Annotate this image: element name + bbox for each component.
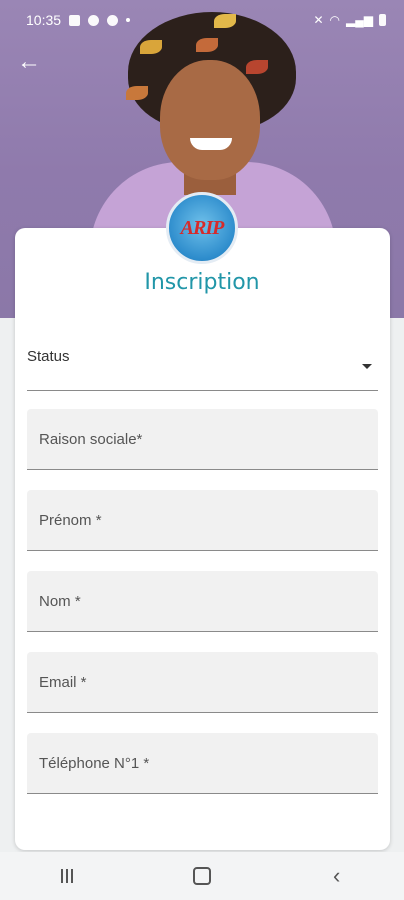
notification-icon (107, 14, 119, 26)
system-nav-bar: ‹ (0, 852, 404, 900)
email-input[interactable] (27, 652, 378, 712)
gallery-icon (69, 14, 81, 26)
telephone-field[interactable] (27, 733, 378, 794)
face-shape (160, 60, 260, 180)
battery-icon (379, 14, 386, 26)
prenom-field[interactable] (27, 490, 378, 551)
status-time: 10:35 (26, 12, 62, 28)
logo-text: ARIP (180, 216, 225, 239)
home-button[interactable] (182, 856, 222, 896)
status-label: Status (27, 348, 70, 365)
leaf-decoration (140, 40, 162, 54)
email-field[interactable] (27, 652, 378, 713)
raison-sociale-input[interactable] (27, 409, 378, 469)
more-dot-icon (126, 18, 131, 22)
chevron-left-icon: ‹ (332, 863, 341, 888)
prenom-input[interactable] (27, 490, 378, 550)
telephone-input[interactable] (27, 733, 378, 793)
page-title: Inscription (144, 270, 260, 295)
back-arrow-icon[interactable]: ← (16, 50, 42, 76)
leaf-decoration (196, 38, 218, 52)
facebook-icon (88, 14, 100, 26)
status-bar: 10:35 ✕ ◠ ▂▄▆ (0, 0, 404, 40)
recents-button[interactable] (47, 856, 87, 896)
smile-shape (190, 138, 232, 150)
signal-icon: ▂▄▆ (346, 13, 373, 27)
status-dropdown[interactable]: Status (27, 336, 378, 391)
home-icon (192, 867, 211, 885)
leaf-decoration (126, 86, 148, 100)
nom-field[interactable] (27, 571, 378, 632)
recents-icon (61, 869, 74, 883)
leaf-decoration (246, 60, 268, 74)
wifi-icon: ◠ (329, 13, 341, 27)
nom-input[interactable] (27, 571, 378, 631)
raison-sociale-field[interactable] (27, 409, 378, 470)
mute-icon: ✕ (313, 13, 324, 27)
caret-down-icon (362, 364, 372, 369)
arip-logo: ARIP (166, 192, 238, 264)
back-button[interactable]: ‹ (317, 856, 357, 896)
